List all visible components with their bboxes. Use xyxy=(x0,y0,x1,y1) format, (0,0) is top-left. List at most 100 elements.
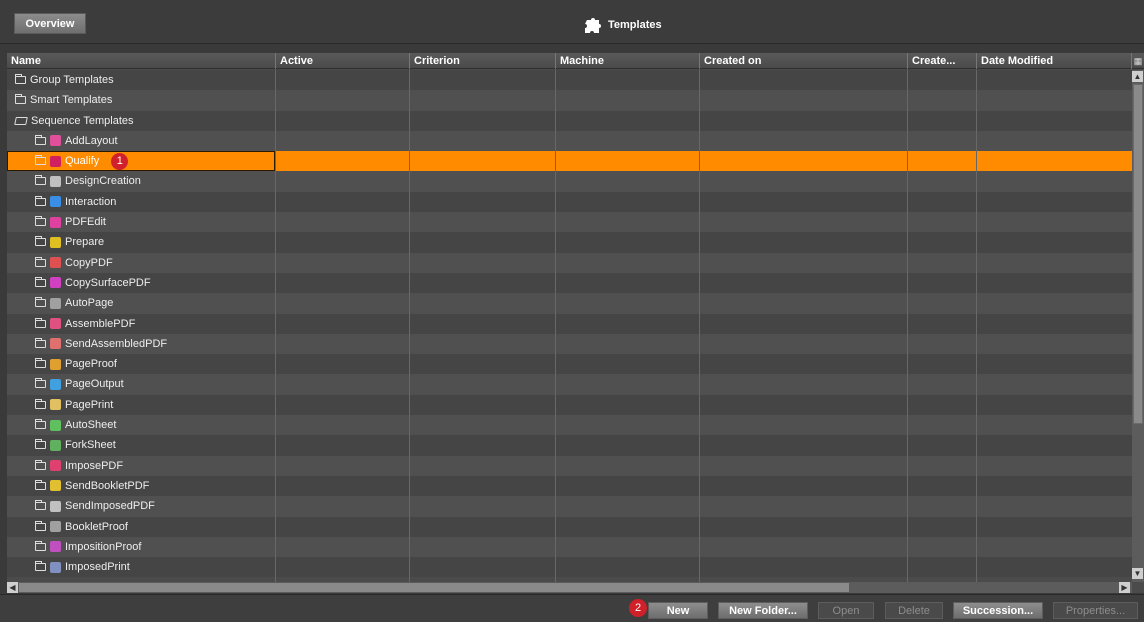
row-label: PDFEdit xyxy=(65,216,106,229)
row-name-cell[interactable]: AutoPage xyxy=(35,293,113,313)
scroll-left-icon[interactable]: ◀ xyxy=(7,582,18,593)
folder-icon xyxy=(35,155,46,166)
row-name-cell[interactable]: Prepare xyxy=(35,232,104,252)
scroll-right-icon[interactable]: ▶ xyxy=(1119,582,1130,593)
row-name-cell[interactable]: Group Templates xyxy=(15,70,114,90)
table-row[interactable]: PDFEdit xyxy=(7,212,1132,233)
folder-icon xyxy=(35,236,46,247)
table-row[interactable]: PageOutput xyxy=(7,374,1132,395)
row-name-cell[interactable]: PageProof xyxy=(35,354,117,374)
row-name-cell[interactable]: SendBookletPDF xyxy=(35,476,149,496)
column-header-name[interactable]: Name xyxy=(7,53,276,69)
delete-button[interactable]: Delete xyxy=(885,602,943,619)
table-row[interactable]: Interaction xyxy=(7,191,1132,213)
row-name-cell[interactable]: PagePrint xyxy=(35,395,113,415)
footer-bar: 2 New New Folder... Open Delete Successi… xyxy=(0,594,1144,622)
vertical-scrollbar[interactable]: ▲ ▼ xyxy=(1132,70,1144,582)
column-header-date-modified[interactable]: Date Modified xyxy=(977,53,1132,69)
scroll-down-icon[interactable]: ▼ xyxy=(1132,568,1143,579)
table-row[interactable]: ImposePDF xyxy=(7,455,1132,476)
row-name-cell[interactable]: Interaction xyxy=(35,192,116,212)
scroll-up-icon[interactable]: ▲ xyxy=(1132,71,1143,82)
folder-icon xyxy=(35,378,46,389)
row-label: CopyPDF xyxy=(65,256,113,269)
column-divider xyxy=(976,70,977,582)
row-name-cell[interactable]: AutoSheet xyxy=(35,415,116,435)
new-folder-button[interactable]: New Folder... xyxy=(718,602,808,619)
vertical-scroll-thumb[interactable] xyxy=(1133,84,1143,424)
row-name-cell[interactable]: PageOutput xyxy=(35,374,124,394)
folder-icon xyxy=(15,74,26,84)
succession-button[interactable]: Succession... xyxy=(953,602,1043,619)
row-name-cell[interactable]: ImposedPrint xyxy=(35,557,130,577)
horizontal-scrollbar[interactable]: ◀ ▶ xyxy=(7,582,1132,593)
column-header-machine[interactable]: Machine xyxy=(556,53,700,69)
row-name-cell[interactable]: AddLayout xyxy=(35,131,118,151)
folder-icon xyxy=(35,256,46,267)
table-row[interactable]: AutoPage xyxy=(7,293,1132,314)
open-button[interactable]: Open xyxy=(818,602,874,619)
row-name-cell[interactable]: SendAssembledPDF xyxy=(35,334,167,354)
row-name-cell[interactable]: BookletProof xyxy=(35,517,128,537)
table-row[interactable]: PagePrint xyxy=(7,394,1132,416)
column-chooser-icon[interactable]: ▦ xyxy=(1132,55,1144,67)
folder-icon xyxy=(35,520,46,531)
table-row[interactable]: SendBookletPDF xyxy=(7,475,1132,497)
horizontal-scroll-thumb[interactable] xyxy=(19,583,849,592)
table-row[interactable]: Qualify 1 xyxy=(7,151,1132,172)
row-name-cell[interactable]: Sequence Templates xyxy=(14,111,134,131)
table-row[interactable]: Prepare xyxy=(7,232,1132,253)
row-name-cell[interactable]: CopyPDF xyxy=(35,253,113,273)
column-header-criterion[interactable]: Criterion xyxy=(410,53,556,69)
folder-icon xyxy=(35,195,46,206)
table-row[interactable]: Sequence Templates xyxy=(7,110,1132,131)
table-row[interactable]: DesignCreation xyxy=(7,171,1132,192)
table-row[interactable]: AssemblePDF xyxy=(7,313,1132,334)
table-row[interactable]: CopySurfacePDF xyxy=(7,272,1132,294)
autosheet-icon xyxy=(50,419,61,431)
table-row[interactable]: SendAssembledPDF xyxy=(7,333,1132,355)
open-folder-icon xyxy=(14,116,28,125)
table-row[interactable]: ImposedPrint xyxy=(7,557,1132,578)
row-name-cell[interactable]: Smart Templates xyxy=(15,90,112,110)
table-row[interactable]: BookletProof xyxy=(7,516,1132,537)
row-name-cell[interactable]: Qualify 1 xyxy=(35,151,129,171)
column-header-created-on[interactable]: Created on xyxy=(700,53,908,69)
row-name-cell[interactable]: CopySurfacePDF xyxy=(35,273,151,293)
overview-button[interactable]: Overview xyxy=(14,13,86,34)
row-label: ImposePDF xyxy=(65,459,124,472)
row-name-cell[interactable]: ForkSheet xyxy=(35,435,116,455)
row-label: Group Templates xyxy=(30,74,114,86)
table-row[interactable]: AutoSheet xyxy=(7,415,1132,436)
table-row[interactable]: ImpositionProof xyxy=(7,536,1132,558)
table-row[interactable]: CopyPDF xyxy=(7,252,1132,273)
folder-icon xyxy=(35,561,46,572)
column-header-active[interactable]: Active xyxy=(276,53,410,69)
table-row[interactable]: PageProof xyxy=(7,354,1132,375)
interaction-icon xyxy=(50,196,61,208)
row-name-cell[interactable]: DesignCreation xyxy=(35,171,141,191)
row-name-cell[interactable]: ImposePDF xyxy=(35,456,123,476)
table-row[interactable]: AddLayout xyxy=(7,130,1132,152)
column-header-created-by[interactable]: Create... xyxy=(908,53,977,69)
row-name-cell[interactable]: ImpositionProof xyxy=(35,537,141,557)
table-row[interactable]: Smart Templates xyxy=(7,90,1132,111)
table-row[interactable]: Group Templates xyxy=(7,70,1132,91)
row-label: CopySurfacePDF xyxy=(65,276,151,289)
row-label: AutoPage xyxy=(65,297,114,310)
row-name-cell[interactable]: SendImposedPDF xyxy=(35,496,155,516)
bookletproof-icon xyxy=(50,521,61,533)
pageprint-icon xyxy=(50,399,61,411)
properties-button[interactable]: Properties... xyxy=(1053,602,1138,619)
row-label: Interaction xyxy=(65,195,117,208)
new-button[interactable]: New xyxy=(648,602,708,619)
table-row[interactable]: SendImposedPDF xyxy=(7,496,1132,517)
column-divider xyxy=(275,70,276,582)
folder-icon xyxy=(35,540,46,551)
row-name-cell[interactable]: AssemblePDF xyxy=(35,314,135,334)
table-row[interactable]: ForkSheet xyxy=(7,435,1132,456)
qualify-icon xyxy=(50,155,61,167)
forksheet-icon xyxy=(50,439,61,451)
row-name-cell[interactable]: PDFEdit xyxy=(35,212,106,232)
folder-icon xyxy=(35,500,46,511)
